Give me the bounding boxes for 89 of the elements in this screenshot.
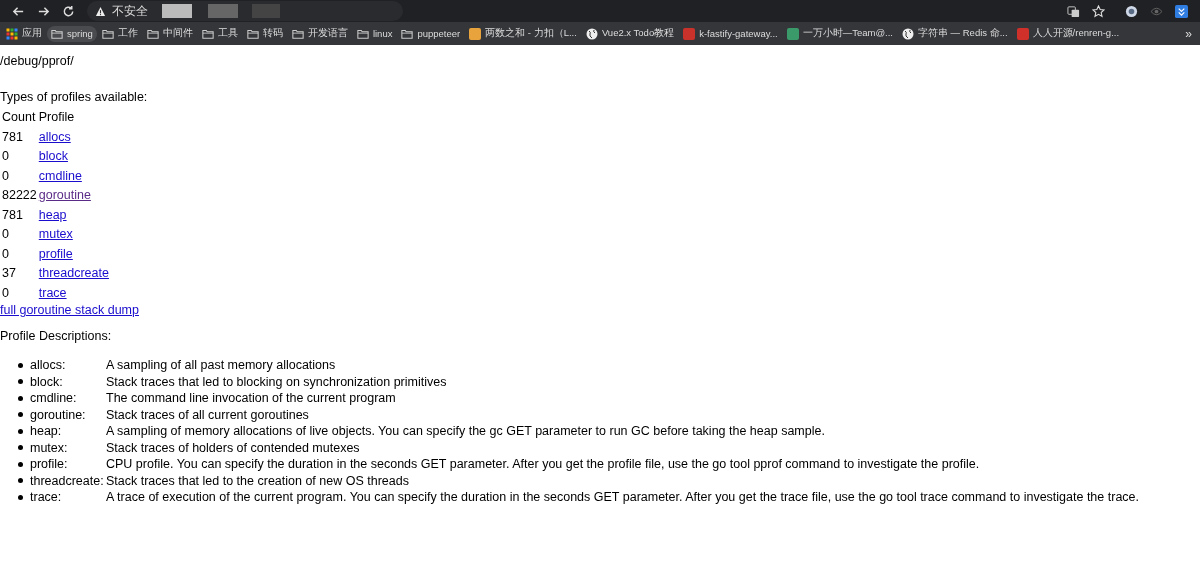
count-cell-text: 0 [2,284,10,302]
profile-link[interactable]: goroutine [38,188,91,203]
extension-icon[interactable] [1175,4,1188,18]
count-cell-text: 781 [2,128,24,146]
count-cell-text: 0 [2,245,10,263]
redacted-block [252,4,280,18]
profile-description: Stack traces that led to the creation of new OS threads [106,473,409,488]
bookmark[interactable]: 一万小时—Team@... [782,25,897,42]
bookmark[interactable]: 工具 [197,25,242,42]
bookmark[interactable]: linux [352,25,397,42]
profile-link[interactable]: allocs [38,129,71,144]
profile-description: Stack traces of holders of contended mutexes [106,440,360,455]
profile-name: threadcreate: [30,473,105,488]
bookmark[interactable]: 应用 [2,25,46,42]
profile-description: A trace of execution of the current program. You can specify the duration in the seconds GET parameter. After you get the trace file, use the go tool trace command to investigate the trace. [106,490,1139,505]
bookmark[interactable]: 开发语言 [287,25,352,42]
folder-icon [246,27,259,40]
bullet-icon [18,461,23,467]
bullet-icon [18,494,23,500]
profile-name: heap: [30,424,63,439]
section-heading: Types of profiles available: [0,90,149,106]
profile-description: A sampling of memory allocations of live objects. You can specify the gc GET parameter to run GC before taking the heap sample. [106,424,825,439]
bookmark[interactable]: k-fastify-gateway... [679,25,782,42]
count-cell-text: 781 [2,206,24,224]
address-bar[interactable]: 不安全 [87,1,403,21]
profile-description: A sampling of all past memory allocations [106,358,336,373]
profile-link[interactable]: heap [38,207,67,222]
folder-icon [146,27,159,40]
globe-icon [585,27,598,40]
apps-grid-icon [6,27,18,40]
reload-icon[interactable] [62,4,75,18]
bookmark[interactable]: puppeteer [397,25,465,42]
profile-description: The command line invocation of the current program [106,391,396,406]
page-path: /debug/pprof/ [0,54,75,70]
bullet-icon [18,478,23,484]
bullet-icon [18,395,23,401]
bullet-icon [18,445,23,451]
column-header: Count [2,109,37,127]
folder-icon [201,27,214,40]
column-header: Profile [38,109,76,127]
count-cell-text: 0 [2,148,10,166]
profile-description: CPU profile. You can specify the duration in the seconds GET parameter. After you get the profile file, use the go tool pprof command to investigate the profile. [106,457,980,472]
profile-name: cmdline: [30,391,78,406]
profile-link[interactable]: cmdline [38,168,82,183]
bookmark[interactable]: 中间件 [142,25,197,42]
globe-icon [901,27,914,40]
bookmark[interactable]: 两数之和 - 力扣（L... [465,25,581,42]
profile-name: allocs: [30,358,67,373]
count-cell-text: 0 [2,167,10,185]
bullet-icon [18,412,23,418]
profile-link[interactable]: trace [38,285,67,300]
profile-name: trace: [30,490,63,505]
profile-name: goroutine: [30,407,87,422]
folder-icon [291,27,304,40]
count-cell-text: 0 [2,226,10,244]
count-cell-text: 82222 [2,187,37,205]
profile-name: block: [30,374,64,389]
bullet-icon [18,379,23,385]
bookmark[interactable]: 人人开源/renren-g... [1012,25,1124,42]
folder-icon [356,27,369,40]
bookmark[interactable]: 字符串 — Redis 命... [897,25,1012,42]
folder-icon [401,27,414,40]
section-heading: Profile Descriptions: [0,329,113,345]
profile-link[interactable]: mutex [38,227,73,242]
folder-icon [51,27,63,40]
bullet-icon [18,362,23,368]
star-icon[interactable] [1092,4,1105,18]
redacted-block [162,4,192,18]
security-warning: 不安全 [112,2,148,20]
profile-name: profile: [30,457,69,472]
profile-description: Stack traces of all current goroutines [106,407,309,422]
bookmark[interactable]: Vue2.x Todo教程 [581,25,679,42]
bookmark[interactable]: 工作 [97,25,142,42]
warning-icon [95,5,106,17]
stack-dump-link[interactable]: full goroutine stack dump [0,303,139,317]
profile-link[interactable]: profile [38,246,73,261]
bookmark[interactable]: spring [47,25,97,42]
translate-icon[interactable] [1067,4,1080,18]
profile-name: mutex: [30,440,69,455]
folder-icon [101,27,114,40]
bookmark[interactable]: 转码 [242,25,287,42]
profile-link[interactable]: block [38,149,68,164]
redacted-block [208,4,238,18]
bookmarks-overflow[interactable]: » [1185,26,1198,41]
profile-link[interactable]: threadcreate [38,266,109,281]
extension-icon[interactable] [1125,4,1138,18]
bullet-icon [18,428,23,434]
count-cell-text: 37 [2,265,17,283]
profile-description: Stack traces that led to blocking on synchronization primitives [106,374,447,389]
